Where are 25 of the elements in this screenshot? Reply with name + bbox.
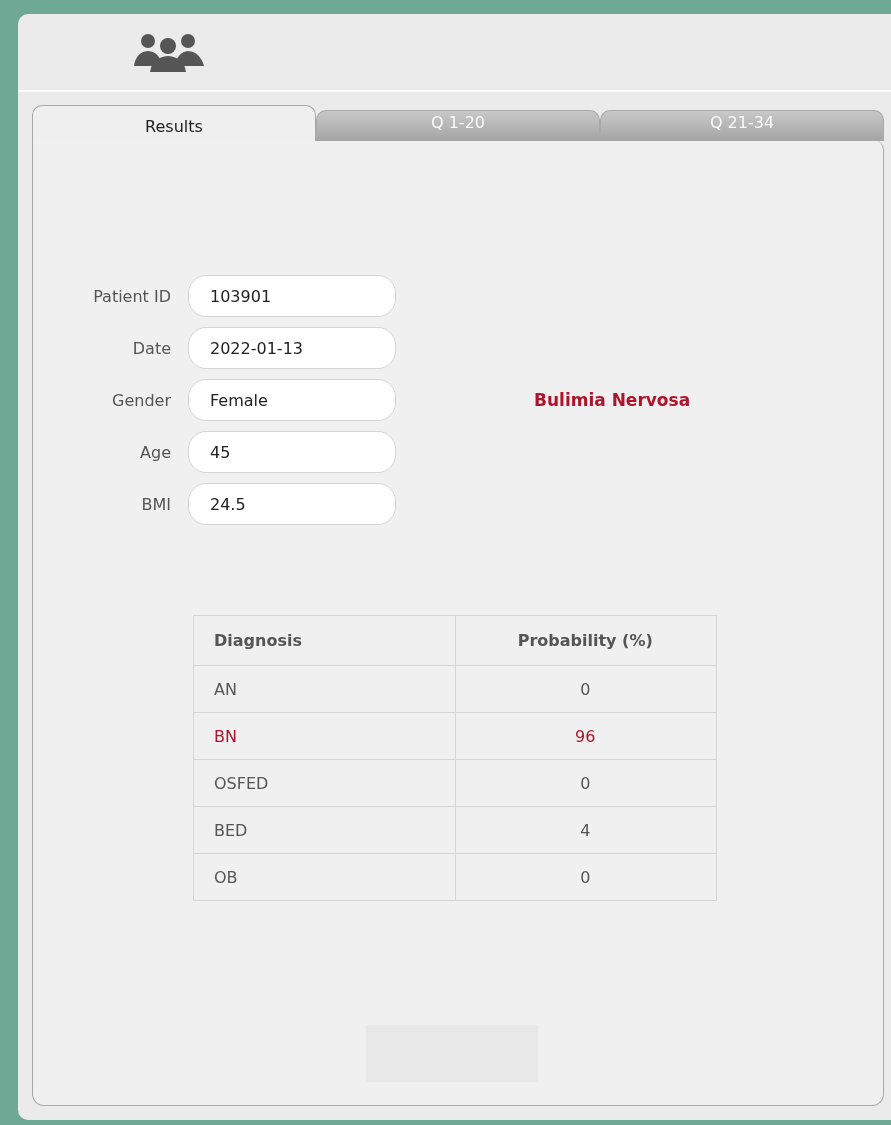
table-cell: BN <box>193 712 455 760</box>
diagnosis-result: Bulimia Nervosa <box>534 390 691 410</box>
field-label: Age <box>139 442 171 462</box>
table-cell: OSFED <box>193 759 455 807</box>
table-cell: OB <box>193 853 455 901</box>
input-field[interactable]: 103901 <box>188 275 396 317</box>
table-cell: 0 <box>455 759 717 807</box>
input-field[interactable]: Female <box>188 379 396 421</box>
field-label: Patient ID <box>92 286 171 306</box>
input-field[interactable]: 2022-01-13 <box>188 327 396 369</box>
table-cell: 4 <box>455 806 717 854</box>
input-field[interactable]: 45 <box>188 431 396 473</box>
field-label: Gender <box>111 390 171 410</box>
table-cell: AN <box>193 665 455 713</box>
table-cell: BED <box>193 806 455 854</box>
table-cell: 0 <box>455 853 717 901</box>
field-label: BMI <box>140 494 171 514</box>
field-label: Date <box>131 338 171 358</box>
column-header: Diagnosis <box>193 615 455 666</box>
table-cell: 0 <box>455 665 717 713</box>
input-field[interactable]: 24.5 <box>188 483 396 525</box>
table-cell: 96 <box>455 712 717 760</box>
tab[interactable]: Results <box>32 105 316 141</box>
people-icon <box>132 32 206 72</box>
column-header: Probability (%) <box>455 615 717 666</box>
